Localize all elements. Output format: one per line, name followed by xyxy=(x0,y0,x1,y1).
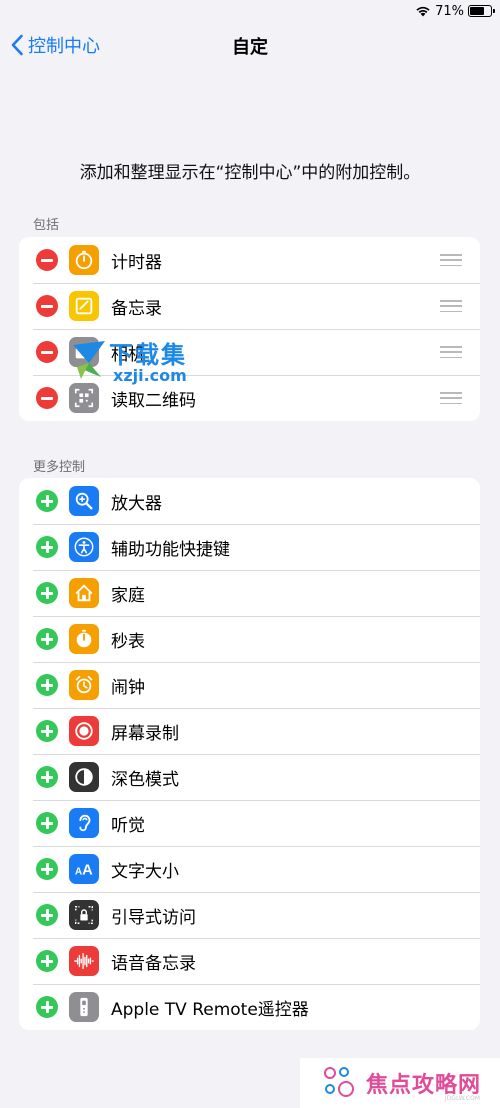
add-button[interactable] xyxy=(36,674,58,696)
control-label: 辅助功能快捷键 xyxy=(111,539,230,560)
battery-fill xyxy=(470,7,485,15)
control-label: 深色模式 xyxy=(111,769,179,790)
add-button[interactable] xyxy=(36,904,58,926)
section-header-included: 包括 xyxy=(33,218,60,233)
apple-tv-remote-icon xyxy=(69,992,99,1022)
battery-icon xyxy=(468,5,495,17)
control-row[interactable]: 读取二维码 xyxy=(19,375,480,421)
control-label: 放大器 xyxy=(111,493,162,514)
jdglw-logo-icon xyxy=(324,1067,354,1097)
control-row[interactable]: 相机 xyxy=(19,329,480,375)
more-controls-list: 放大器辅助功能快捷键 家庭秒表闹钟屏幕录制深色模式听觉 A A 文字大小引导式访问语音备… xyxy=(19,478,480,1030)
voice-memos-icon xyxy=(69,946,99,976)
hearing-icon xyxy=(69,808,99,838)
accessibility-icon xyxy=(69,532,99,562)
control-row[interactable]: 放大器 xyxy=(19,478,480,524)
control-row[interactable]: 闹钟 xyxy=(19,662,480,708)
control-label: 引导式访问 xyxy=(111,907,196,928)
magnifier-icon xyxy=(69,486,99,516)
guided-access-icon xyxy=(69,900,99,930)
control-row[interactable]: 语音备忘录 xyxy=(19,938,480,984)
add-button[interactable] xyxy=(36,766,58,788)
control-row[interactable]: 引导式访问 xyxy=(19,892,480,938)
control-label: 文字大小 xyxy=(111,861,179,882)
section-header-more: 更多控制 xyxy=(33,460,86,475)
qr-code-icon xyxy=(69,383,99,413)
add-button[interactable] xyxy=(36,950,58,972)
control-row[interactable]: A A 文字大小 xyxy=(19,846,480,892)
add-button[interactable] xyxy=(36,582,58,604)
home-icon xyxy=(69,578,99,608)
control-row[interactable]: 辅助功能快捷键 xyxy=(19,524,480,570)
control-row[interactable]: 听觉 xyxy=(19,800,480,846)
add-button[interactable] xyxy=(36,996,58,1018)
notes-icon xyxy=(69,291,99,321)
page-title: 自定 xyxy=(232,37,268,58)
add-button[interactable] xyxy=(36,536,58,558)
add-button[interactable] xyxy=(36,628,58,650)
timer-icon xyxy=(69,245,99,275)
control-label: 计时器 xyxy=(111,252,162,273)
battery-percentage: 71% xyxy=(435,3,464,19)
text-size-icon: AA xyxy=(69,854,99,884)
remove-button[interactable] xyxy=(36,341,58,363)
control-label: 秒表 xyxy=(111,631,145,652)
stopwatch-icon xyxy=(69,624,99,654)
status-bar: 71% xyxy=(415,0,495,22)
control-label: 屏幕录制 xyxy=(111,723,179,744)
control-label: 相机 xyxy=(111,344,145,365)
included-controls-list: 计时器备忘录相机读取二维码 xyxy=(19,237,480,421)
footer-watermark: 焦点攻略网 JDGLW.COM xyxy=(300,1058,500,1108)
alarm-icon xyxy=(69,670,99,700)
control-label: 备忘录 xyxy=(111,298,162,319)
reorder-handle-icon[interactable] xyxy=(440,254,462,266)
camera-icon xyxy=(69,337,99,367)
reorder-handle-icon[interactable] xyxy=(440,300,462,312)
add-button[interactable] xyxy=(36,720,58,742)
control-row[interactable]: 屏幕录制 xyxy=(19,708,480,754)
control-label: 听觉 xyxy=(111,815,145,836)
remove-button[interactable] xyxy=(36,387,58,409)
add-button[interactable] xyxy=(36,490,58,512)
control-row[interactable]: 秒表 xyxy=(19,616,480,662)
control-label: 读取二维码 xyxy=(111,390,196,411)
screen-record-icon xyxy=(69,716,99,746)
navigation-bar: 控制中心 自定 xyxy=(0,28,500,64)
footer-watermark-sub: JDGLW.COM xyxy=(444,1095,480,1102)
control-row[interactable]: 计时器 xyxy=(19,237,480,283)
dark-mode-icon xyxy=(69,762,99,792)
add-button[interactable] xyxy=(36,858,58,880)
remove-button[interactable] xyxy=(36,295,58,317)
remove-button[interactable] xyxy=(36,249,58,271)
control-label: Apple TV Remote遥控器 xyxy=(111,999,309,1020)
control-label: 闹钟 xyxy=(111,677,145,698)
control-label: 语音备忘录 xyxy=(111,953,196,974)
add-button[interactable] xyxy=(36,812,58,834)
control-row[interactable]: 家庭 xyxy=(19,570,480,616)
wifi-icon xyxy=(416,6,430,17)
control-row[interactable]: 深色模式 xyxy=(19,754,480,800)
page-description: 添加和整理显示在“控制中心”中的附加控制。 xyxy=(79,163,421,183)
svg-text:A: A xyxy=(82,863,93,879)
reorder-handle-icon[interactable] xyxy=(440,346,462,358)
reorder-handle-icon[interactable] xyxy=(440,392,462,404)
control-row[interactable]: Apple TV Remote遥控器 xyxy=(19,984,480,1030)
control-label: 家庭 xyxy=(111,585,145,606)
control-row[interactable]: 备忘录 xyxy=(19,283,480,329)
